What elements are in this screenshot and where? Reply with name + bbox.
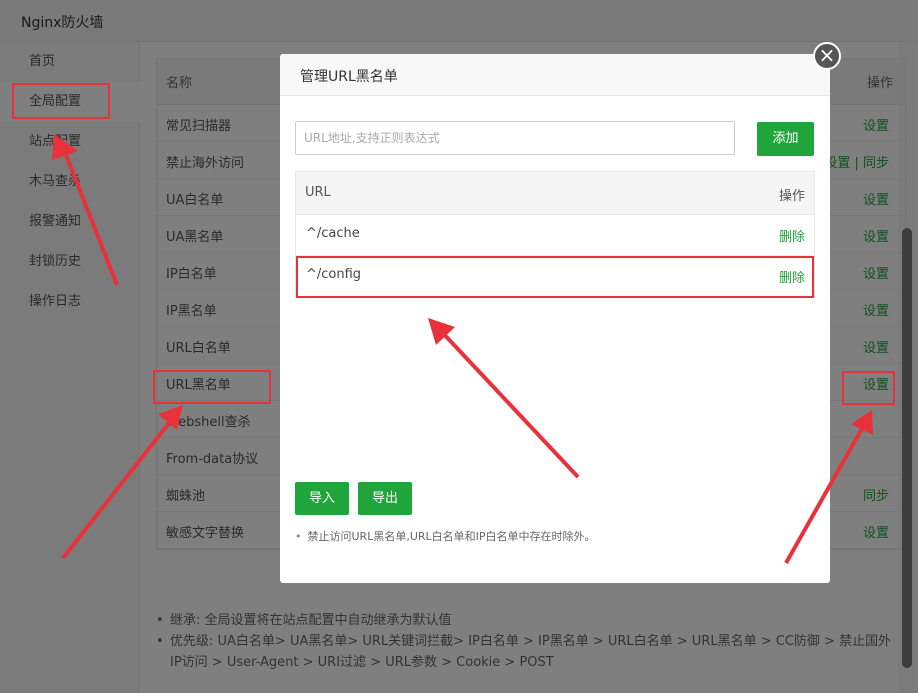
url-value: ^/cache <box>306 226 360 241</box>
col-url: URL <box>305 185 331 200</box>
delete-link[interactable]: 删除 <box>779 226 805 245</box>
col-op: 操作 <box>778 189 805 204</box>
import-button[interactable]: 导入 <box>295 482 349 515</box>
close-icon[interactable]: × <box>813 42 841 70</box>
highlight-settings <box>842 371 895 405</box>
highlight-global-config <box>12 83 110 119</box>
highlight-config-row <box>296 256 814 298</box>
url-input[interactable] <box>295 121 735 155</box>
highlight-url-blacklist <box>153 370 271 404</box>
export-button[interactable]: 导出 <box>358 482 412 515</box>
url-table-header: URL 操作 <box>296 172 814 215</box>
modal-header: 管理URL黑名单 <box>280 54 830 96</box>
modal-note: 禁止访问URL黑名单,URL白名单和IP白名单中存在时除外。 <box>295 528 596 544</box>
url-blacklist-modal: 管理URL黑名单 添加 URL 操作 ^/cache 删除 ^/config 删… <box>280 54 830 583</box>
table-row: ^/cache 删除 <box>296 215 814 256</box>
modal-title: 管理URL黑名单 <box>300 69 398 85</box>
add-button[interactable]: 添加 <box>757 122 814 156</box>
